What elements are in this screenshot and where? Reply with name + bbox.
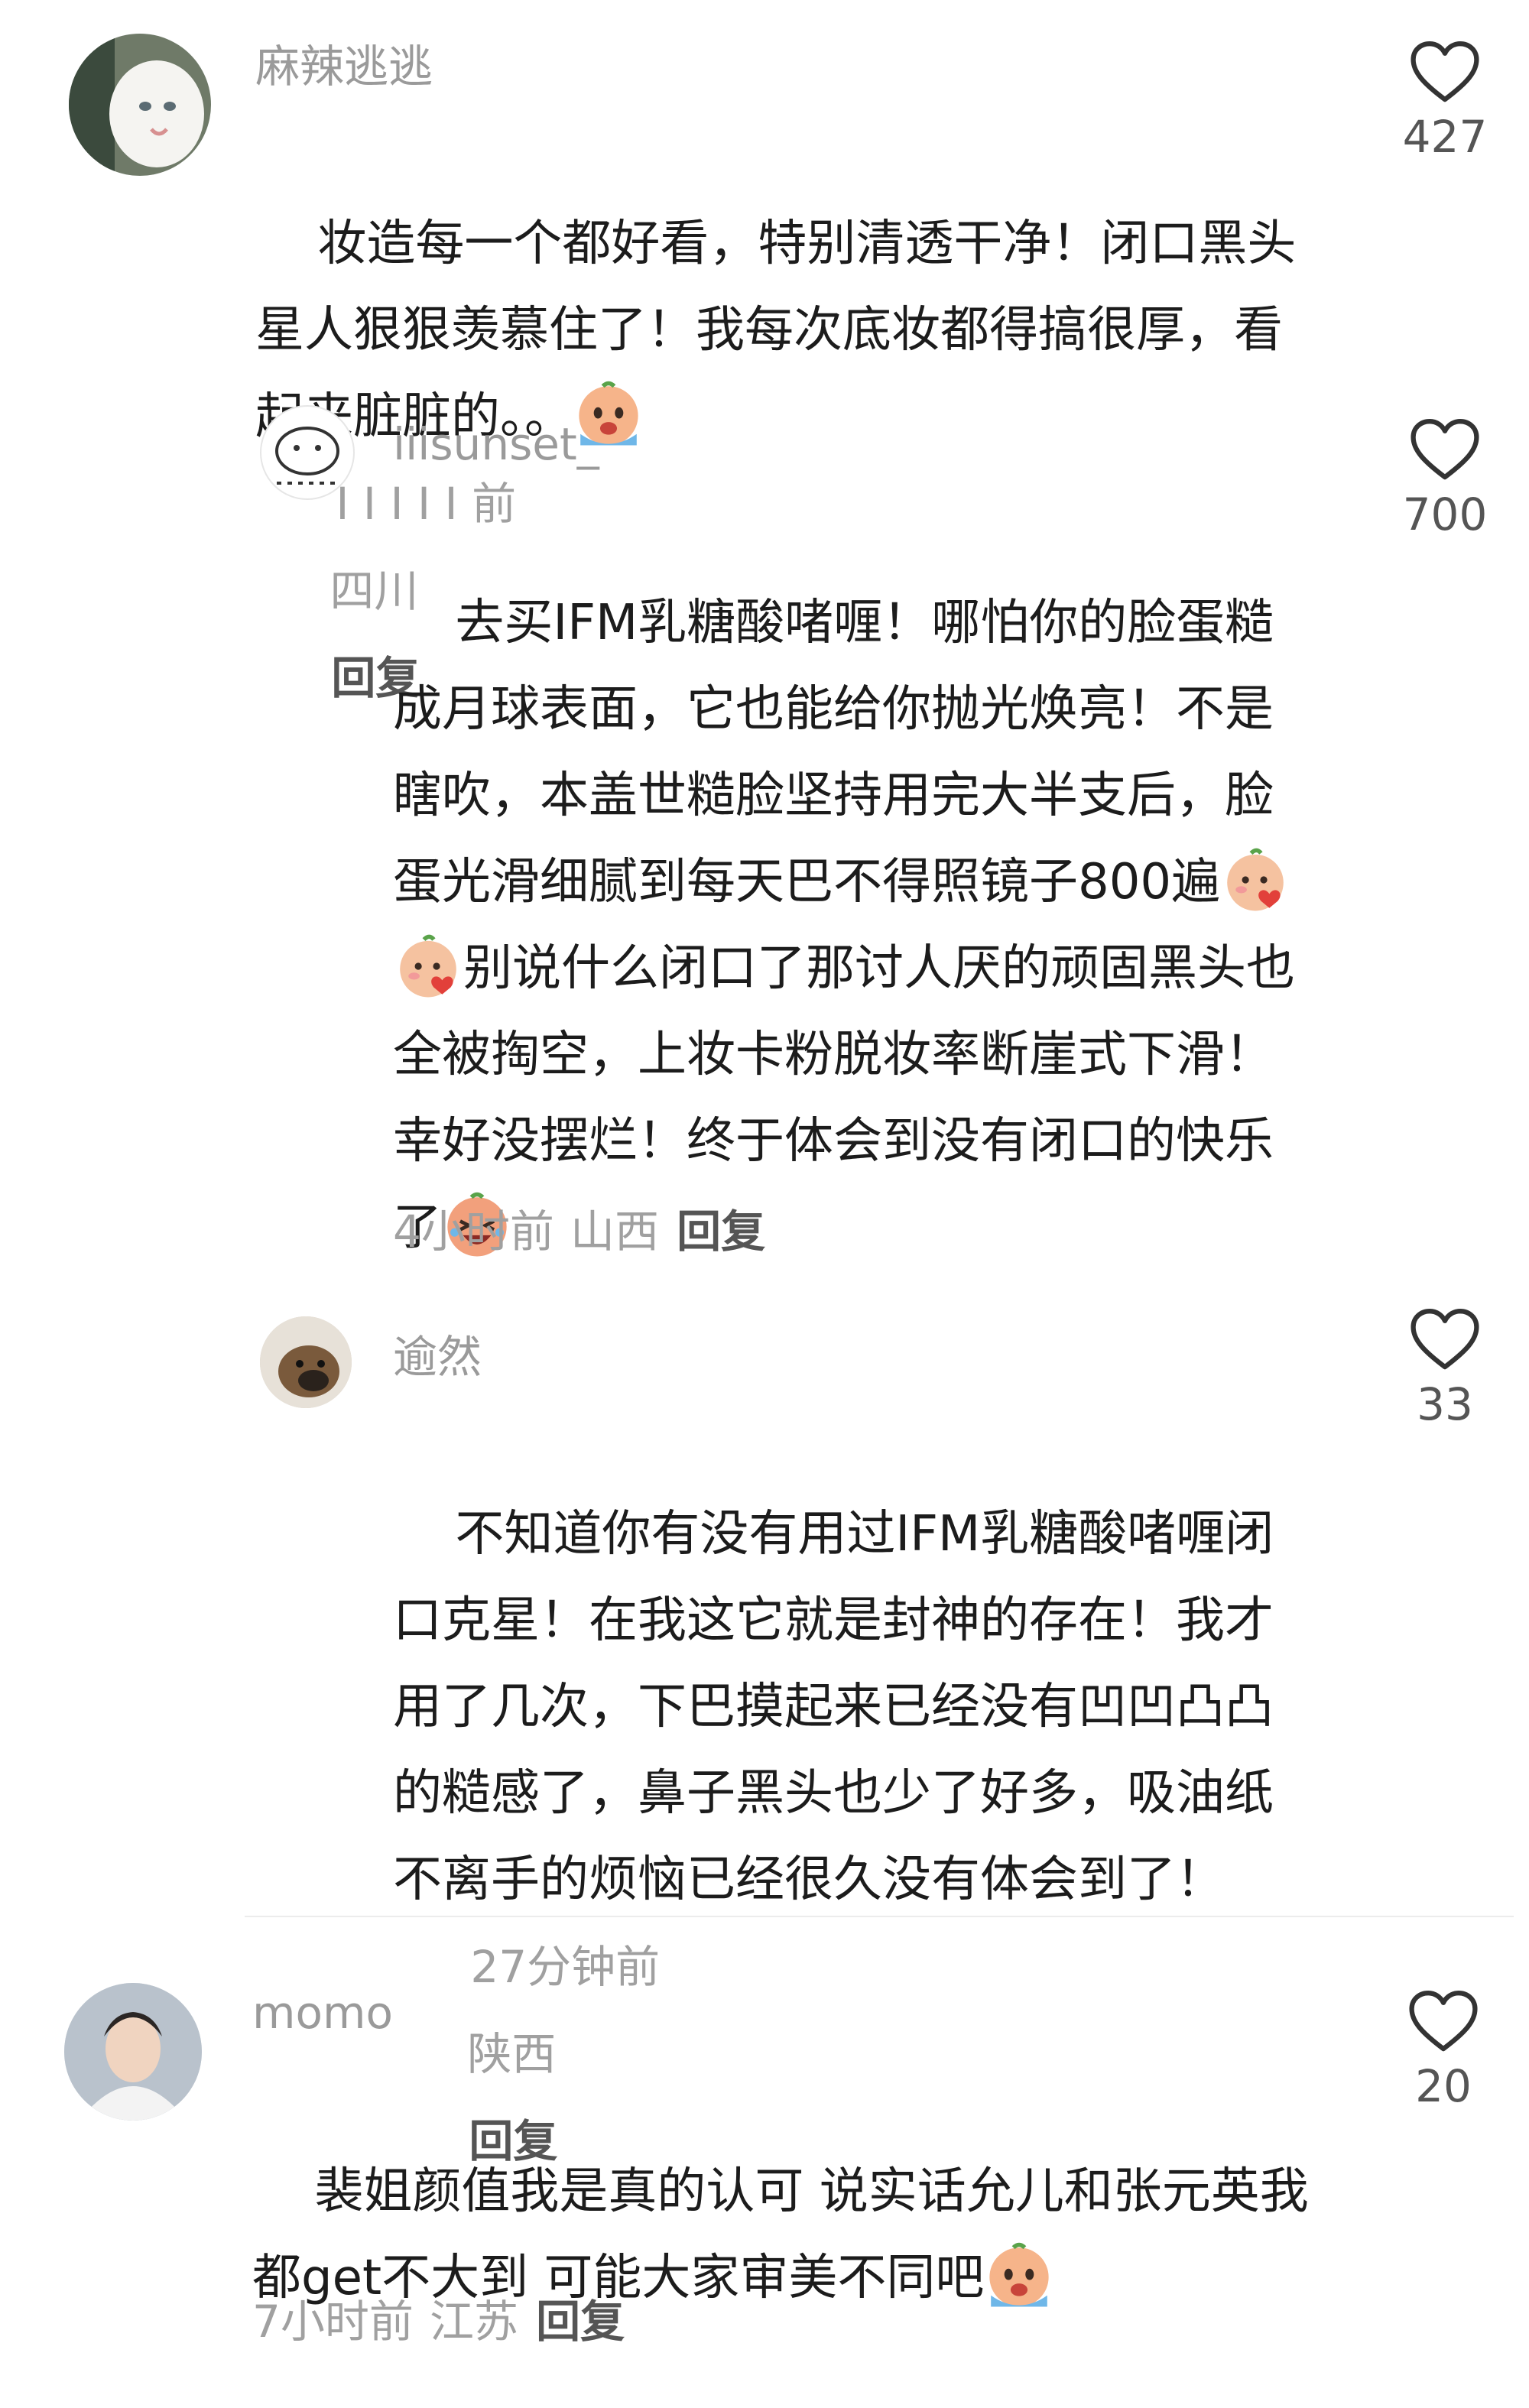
timestamp: 4小时前 (393, 1206, 554, 1258)
like-count: 700 (1402, 488, 1488, 540)
timestamp: 7小时前 (252, 2296, 414, 2348)
like-button[interactable]: 427 (1399, 41, 1491, 159)
username[interactable]: momo (252, 1991, 393, 2035)
like-button[interactable]: 33 (1399, 1309, 1491, 1426)
avatar[interactable] (64, 1983, 202, 2121)
avatar[interactable] (260, 405, 355, 500)
username[interactable]: iiisunset_ (393, 422, 599, 466)
heart-icon (1411, 1309, 1479, 1371)
comment-text: 裴姐颜值我是真的认可 说实话允儿和张元英我都get不大到 可能大家审美不同吧 (252, 2062, 1323, 2408)
kiss-face-icon (1220, 845, 1290, 915)
location: 山西 (570, 1206, 660, 1258)
location: 江苏 (430, 2296, 519, 2348)
timestamp: 27分钟前 (470, 1941, 661, 1993)
crying-face-icon (984, 2241, 1054, 2311)
divider (245, 1916, 1514, 1917)
like-count: 427 (1402, 111, 1488, 163)
heart-icon (1409, 1991, 1478, 2053)
heart-icon (1411, 419, 1479, 482)
heart-icon (1411, 41, 1479, 104)
like-count: 20 (1415, 2060, 1472, 2112)
reply-button[interactable]: 回复 (536, 2296, 625, 2348)
like-count: 33 (1417, 1378, 1473, 1430)
username[interactable]: 麻辣逃逃 (255, 44, 433, 89)
avatar[interactable] (69, 34, 211, 176)
like-button[interactable]: 20 (1398, 1991, 1489, 2108)
kiss-face-icon (393, 931, 463, 1001)
like-button[interactable]: 700 (1399, 419, 1491, 537)
username[interactable]: 逾然 (393, 1335, 482, 1379)
reply-button[interactable]: 回复 (677, 1206, 765, 1258)
avatar[interactable] (260, 1316, 352, 1408)
